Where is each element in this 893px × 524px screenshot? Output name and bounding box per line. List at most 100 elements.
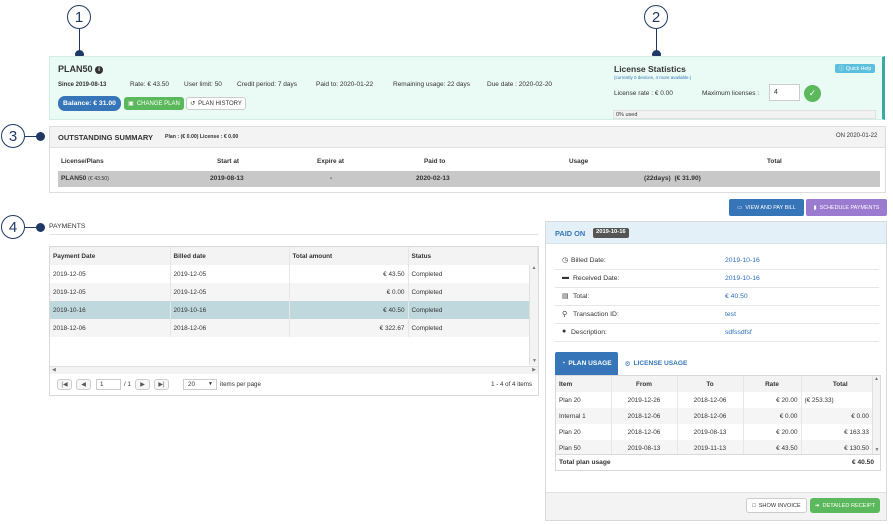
info-icon[interactable]: i: [95, 66, 104, 74]
tab-plan-usage[interactable]: ◔ PLAN USAGE: [555, 352, 618, 375]
prev-page-button[interactable]: ◀: [76, 379, 91, 390]
scroll-right-arrow[interactable]: ▶: [532, 367, 536, 373]
help-icon: ⓘ: [838, 66, 844, 72]
col-payment-date[interactable]: Payment Date: [50, 247, 171, 265]
tab-license-usage[interactable]: ⚙ LICENSE USAGE: [620, 352, 692, 375]
col-rate[interactable]: Rate: [743, 376, 802, 392]
callout-4-dot: [36, 223, 45, 232]
outstanding-summary-panel: OUTSTANDING SUMMARY Plan : (€ 0.00) Lice…: [49, 126, 886, 193]
cell-status: Completed: [408, 265, 538, 283]
cell-payment-date: 2019-12-05: [50, 265, 171, 283]
key-icon: ⚲: [562, 311, 568, 318]
page-total: / 1: [124, 381, 131, 388]
summary-title: OUTSTANDING SUMMARY: [58, 133, 153, 142]
col-to[interactable]: To: [677, 376, 744, 392]
usage-table: Item From To Rate Total Plan 20 2019-12-…: [556, 376, 880, 456]
cell-billed-date: 2019-12-05: [170, 283, 290, 301]
detailed-receipt-button[interactable]: ➜ DETAILED RECEIPT: [810, 498, 880, 513]
table-row[interactable]: 2019-12-05 2019-12-05 € 0.00 Completed: [50, 283, 538, 301]
description-value[interactable]: sdfssdfsf: [725, 329, 752, 336]
payments-vscrollbar[interactable]: ▲ ▼: [529, 265, 538, 365]
gear-icon: ⚙: [624, 360, 631, 368]
plan-since: Since 2019-08-13: [58, 82, 107, 88]
license-rate: License rate : € 0.00: [614, 90, 673, 97]
show-invoice-button[interactable]: □ SHOW INVOICE: [746, 498, 807, 513]
table-row[interactable]: 2019-12-05 2019-12-05 € 43.50 Completed: [50, 265, 538, 283]
usage-total-row: Total plan usage € 40.50: [556, 454, 880, 470]
detail-row-description: ● Description: sdfssdfsf: [555, 324, 879, 342]
callout-3: 3: [1, 124, 25, 148]
summary-col-total: Total: [767, 158, 782, 165]
cell-payment-date: 2019-12-05: [50, 283, 171, 301]
plan-history-button[interactable]: ↺ PLAN HISTORY: [186, 97, 246, 110]
billed-date-value[interactable]: 2019-10-16: [725, 257, 760, 264]
summary-on-date: ON 2020-01-22: [836, 133, 878, 139]
detail-row-received: ▬ Received Date: 2019-10-16: [555, 270, 879, 288]
scroll-left-arrow[interactable]: ◀: [52, 367, 56, 373]
cell-to: 2019-08-13: [677, 424, 744, 440]
document-icon: □: [752, 502, 756, 509]
payments-hscrollbar[interactable]: ◀ ▶: [50, 366, 538, 374]
cell-to: 2018-12-06: [677, 408, 744, 424]
scroll-down-arrow[interactable]: ▼: [873, 447, 881, 453]
cell-total: € 40.50: [289, 301, 409, 319]
col-total-amount[interactable]: Total amount: [289, 247, 409, 265]
summary-col-usage: Usage: [569, 158, 589, 165]
table-row-selected[interactable]: 2019-10-16 2019-10-16 € 40.50 Completed: [50, 301, 538, 319]
max-licenses-input[interactable]: 4: [769, 84, 800, 101]
per-page-select[interactable]: 20 ▼: [183, 379, 217, 390]
schedule-payments-button[interactable]: ▮ SCHEDULE PAYMENTS: [806, 199, 887, 216]
confirm-licenses-button[interactable]: ✓: [804, 85, 821, 102]
description-label: Description:: [571, 329, 607, 336]
cell-payment-date: 2019-10-16: [50, 301, 171, 319]
first-page-button[interactable]: |◀: [57, 379, 72, 390]
col-item[interactable]: Item: [556, 376, 612, 392]
items-count: 1 - 4 of 4 items: [491, 381, 532, 388]
card-icon: ▬: [562, 274, 569, 281]
table-row[interactable]: Internal 1 2018-12-06 2018-12-06 € 0.00 …: [556, 408, 880, 424]
summary-row-usage-amount: (€ 31.90): [674, 175, 701, 182]
col-status[interactable]: Status: [408, 247, 538, 265]
summary-col-start: Start at: [217, 158, 240, 165]
callout-3-dot: [36, 132, 45, 141]
page-input[interactable]: 1: [96, 379, 121, 390]
cell-billed-date: 2018-12-06: [170, 319, 290, 337]
summary-row-start: 2019-08-13: [210, 175, 244, 182]
quick-help-button[interactable]: ⓘ Quick Help: [835, 64, 875, 73]
cell-total: € 163.33: [801, 424, 880, 440]
received-date-value[interactable]: 2019-10-16: [725, 275, 760, 282]
summary-row-expire: -: [330, 175, 333, 182]
usage-vscrollbar[interactable]: ▲ ▼: [872, 376, 880, 454]
table-row[interactable]: 2018-12-06 2018-12-06 € 322.67 Completed: [50, 319, 538, 337]
plan-user-limit: User limit: 50: [184, 81, 222, 88]
lock-icon: ▣: [128, 101, 134, 107]
billed-date-label: Billed Date:: [571, 257, 606, 264]
table-row[interactable]: Plan 20 2018-12-06 2019-08-13 € 20.00 € …: [556, 424, 880, 440]
money-icon: ▤: [562, 293, 569, 300]
plan-rate: Rate: € 43.50: [130, 81, 170, 88]
license-subtitle: (currently 0 devices, 4 more available.): [614, 75, 692, 80]
view-and-pay-bill-button[interactable]: ▭ VIEW AND PAY BILL: [729, 199, 804, 216]
col-from[interactable]: From: [611, 376, 678, 392]
next-page-button[interactable]: ▶: [135, 379, 150, 390]
total-value[interactable]: € 40.50: [725, 293, 748, 300]
table-row[interactable]: Plan 20 2019-12-26 2018-12-06 € 20.00 (€…: [556, 392, 880, 408]
scroll-up-arrow[interactable]: ▲: [530, 265, 538, 271]
col-billed-date[interactable]: Billed date: [170, 247, 290, 265]
change-plan-button[interactable]: ▣ CHANGE PLAN: [124, 97, 184, 110]
transaction-id-value[interactable]: test: [725, 311, 736, 318]
cell-from: 2019-12-26: [611, 392, 678, 408]
cell-item: Internal 1: [556, 408, 612, 424]
col-total[interactable]: Total: [801, 376, 880, 392]
clock-icon: ◷: [562, 257, 569, 264]
scroll-up-arrow[interactable]: ▲: [873, 376, 880, 382]
license-usage-bar: 0% used: [613, 110, 876, 119]
paid-on-date-badge: 2019-10-16: [593, 228, 629, 238]
last-page-button[interactable]: ▶|: [154, 379, 169, 390]
payments-title: PAYMENTS: [49, 223, 86, 230]
received-date-label: Received Date:: [573, 275, 620, 282]
arrow-right-icon: ➜: [814, 502, 820, 509]
payments-divider: [49, 234, 538, 235]
cell-status: Completed: [408, 319, 538, 337]
scroll-down-arrow[interactable]: ▼: [530, 358, 539, 364]
